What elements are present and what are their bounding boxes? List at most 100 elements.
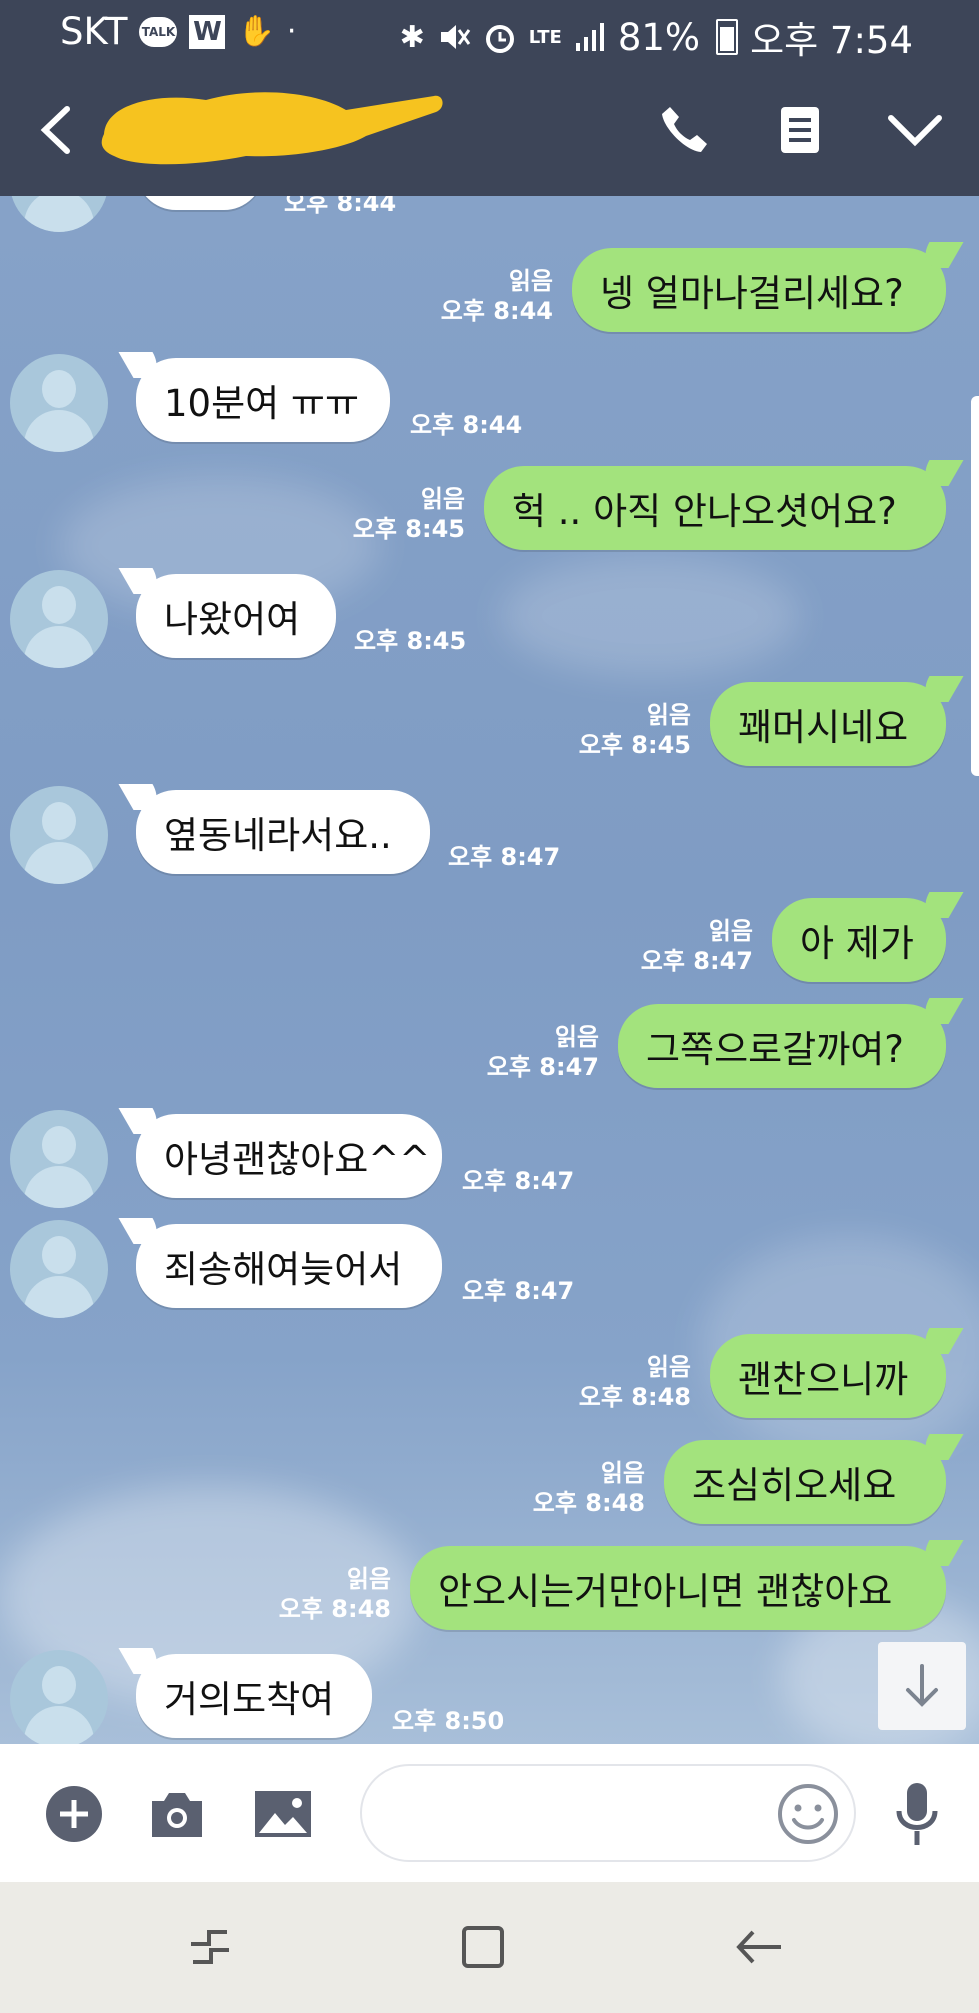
back-button[interactable] (20, 92, 90, 168)
expand-button[interactable] (880, 92, 950, 168)
message-time: 오후 8:47 (462, 1277, 575, 1305)
message-bubble-incoming[interactable]: 죄송해여늦어서 (136, 1224, 442, 1308)
gallery-button[interactable] (243, 1774, 323, 1854)
message-time: 오후 8:48 (278, 1595, 391, 1623)
message-text-field[interactable] (360, 1764, 856, 1862)
contact-avatar[interactable] (10, 1220, 108, 1318)
contact-avatar[interactable] (10, 1110, 108, 1208)
message-bubble-incoming[interactable]: 옆동네라서요.. (136, 790, 430, 874)
read-receipt: 읽음 (554, 1023, 599, 1051)
message-bubble-outgoing[interactable]: 꽤머시네요 (710, 682, 946, 766)
emoji-button[interactable] (776, 1782, 840, 1846)
camera-button[interactable] (137, 1774, 217, 1854)
message-input[interactable] (392, 1794, 776, 1831)
message-bubble-incoming[interactable]: 나왔어여 (136, 574, 336, 658)
message-time: 오후 8:45 (354, 627, 467, 655)
message-time: 오후 8:47 (640, 947, 753, 975)
contact-avatar[interactable] (10, 786, 108, 884)
message-time: 오후 8:47 (462, 1167, 575, 1195)
read-receipt: 읽음 (600, 1459, 645, 1487)
redaction-scribble (101, 92, 443, 165)
message-time: 오후 8:44 (284, 196, 397, 217)
message-meta: 읽음 오후 8:44 (441, 266, 553, 326)
call-button[interactable] (650, 92, 720, 168)
scrollbar[interactable] (971, 396, 979, 776)
back-icon (736, 1930, 781, 1964)
phone-icon (662, 107, 707, 152)
add-attachment-button[interactable] (34, 1774, 114, 1854)
message-list[interactable]: 응 오후 8:44 넹 얼마나걸리세요? 읽음 오후 8:44 10분여 ㅠㅠ … (0, 196, 979, 1744)
read-receipt: 읽음 (708, 917, 753, 945)
read-receipt: 읽음 (646, 1353, 691, 1381)
contact-avatar[interactable] (10, 196, 108, 232)
message-meta: 읽음 오후 8:48 (533, 1458, 645, 1518)
contact-avatar[interactable] (10, 1650, 108, 1744)
microphone-icon (896, 1783, 938, 1845)
signal-icon (575, 23, 604, 51)
carrier-label: SKT (60, 10, 128, 53)
message-meta: 읽음 오후 8:45 (579, 700, 691, 760)
clock: 오후 7:54 (750, 19, 913, 62)
message-bubble-outgoing[interactable]: 넹 얼마나걸리세요? (572, 248, 946, 332)
w-app-notification-icon: W (189, 14, 226, 49)
battery-percent: 81% (617, 15, 701, 59)
network-type-label: LTE (528, 26, 562, 48)
mute-icon (440, 25, 470, 49)
message-bubble-outgoing[interactable]: 그쪽으로갈까여? (618, 1004, 946, 1088)
battery-icon (716, 19, 739, 55)
camera-icon (152, 1793, 202, 1837)
menu-icon (781, 107, 819, 153)
system-back-button[interactable] (719, 1912, 799, 1982)
message-bubble-incoming[interactable]: 아녕괜찮아요^^ (136, 1114, 442, 1198)
message-time: 오후 8:50 (392, 1707, 505, 1735)
message-bubble-outgoing[interactable]: 아 제가 (772, 898, 946, 982)
recent-apps-icon (191, 1930, 229, 1964)
home-icon (462, 1926, 504, 1968)
message-bubble-outgoing[interactable]: 괜찬으니까 (710, 1334, 946, 1418)
message-meta: 읽음 오후 8:48 (579, 1352, 691, 1412)
home-button[interactable] (443, 1912, 523, 1982)
message-time: 오후 8:48 (532, 1489, 645, 1517)
plus-icon (46, 1786, 102, 1842)
kakaotalk-notification-icon: TALK (139, 16, 178, 47)
message-time: 오후 8:45 (578, 731, 691, 759)
message-bubble-outgoing[interactable]: 헉 .. 아직 안나오셧어요? (484, 466, 946, 550)
message-meta: 읽음 오후 8:45 (353, 484, 465, 544)
message-time: 오후 8:44 (410, 411, 523, 439)
system-navigation-bar (0, 1882, 979, 2013)
message-time: 오후 8:45 (352, 515, 465, 543)
message-time: 오후 8:44 (440, 297, 553, 325)
contact-avatar[interactable] (10, 570, 108, 668)
chat-header (0, 64, 979, 196)
more-notifications-dot-icon: · (286, 14, 297, 49)
read-receipt: 읽음 (420, 485, 465, 513)
read-receipt: 읽음 (508, 267, 553, 295)
message-bubble-incoming[interactable]: 10분여 ㅠㅠ (136, 358, 390, 442)
message-meta: 읽음 오후 8:47 (487, 1022, 599, 1082)
chat-menu-button[interactable] (765, 92, 835, 168)
chevron-down-icon (888, 115, 942, 147)
back-arrow-icon (40, 106, 70, 154)
message-bubble-outgoing[interactable]: 안오시는거만아니면 괜찮아요 (410, 1546, 946, 1630)
message-bubble-incoming[interactable]: 거의도착여 (136, 1654, 372, 1738)
message-meta: 읽음 오후 8:48 (279, 1564, 391, 1624)
message-time: 오후 8:47 (448, 843, 561, 871)
arrow-down-icon (906, 1664, 938, 1707)
message-bubble-incoming[interactable]: 응 (136, 196, 264, 210)
message-bubble-outgoing[interactable]: 조심히오세요 (664, 1440, 946, 1524)
bluetooth-icon: ✱ (399, 19, 425, 55)
message-time: 오후 8:47 (486, 1053, 599, 1081)
hand-notification-icon: ✋ (237, 14, 275, 49)
message-time: 오후 8:48 (578, 1383, 691, 1411)
read-receipt: 읽음 (646, 701, 691, 729)
emoji-icon (778, 1784, 838, 1844)
alarm-icon (485, 25, 514, 53)
scroll-to-bottom-button[interactable] (878, 1642, 966, 1730)
image-icon (255, 1791, 311, 1837)
message-input-bar (0, 1744, 979, 1882)
status-bar: SKT TALK W ✋ · ✱ LTE 81% 오후 7:54 (0, 0, 979, 64)
message-meta: 읽음 오후 8:47 (641, 916, 753, 976)
contact-avatar[interactable] (10, 354, 108, 452)
recent-apps-button[interactable] (170, 1912, 250, 1982)
voice-input-button[interactable] (877, 1774, 957, 1854)
